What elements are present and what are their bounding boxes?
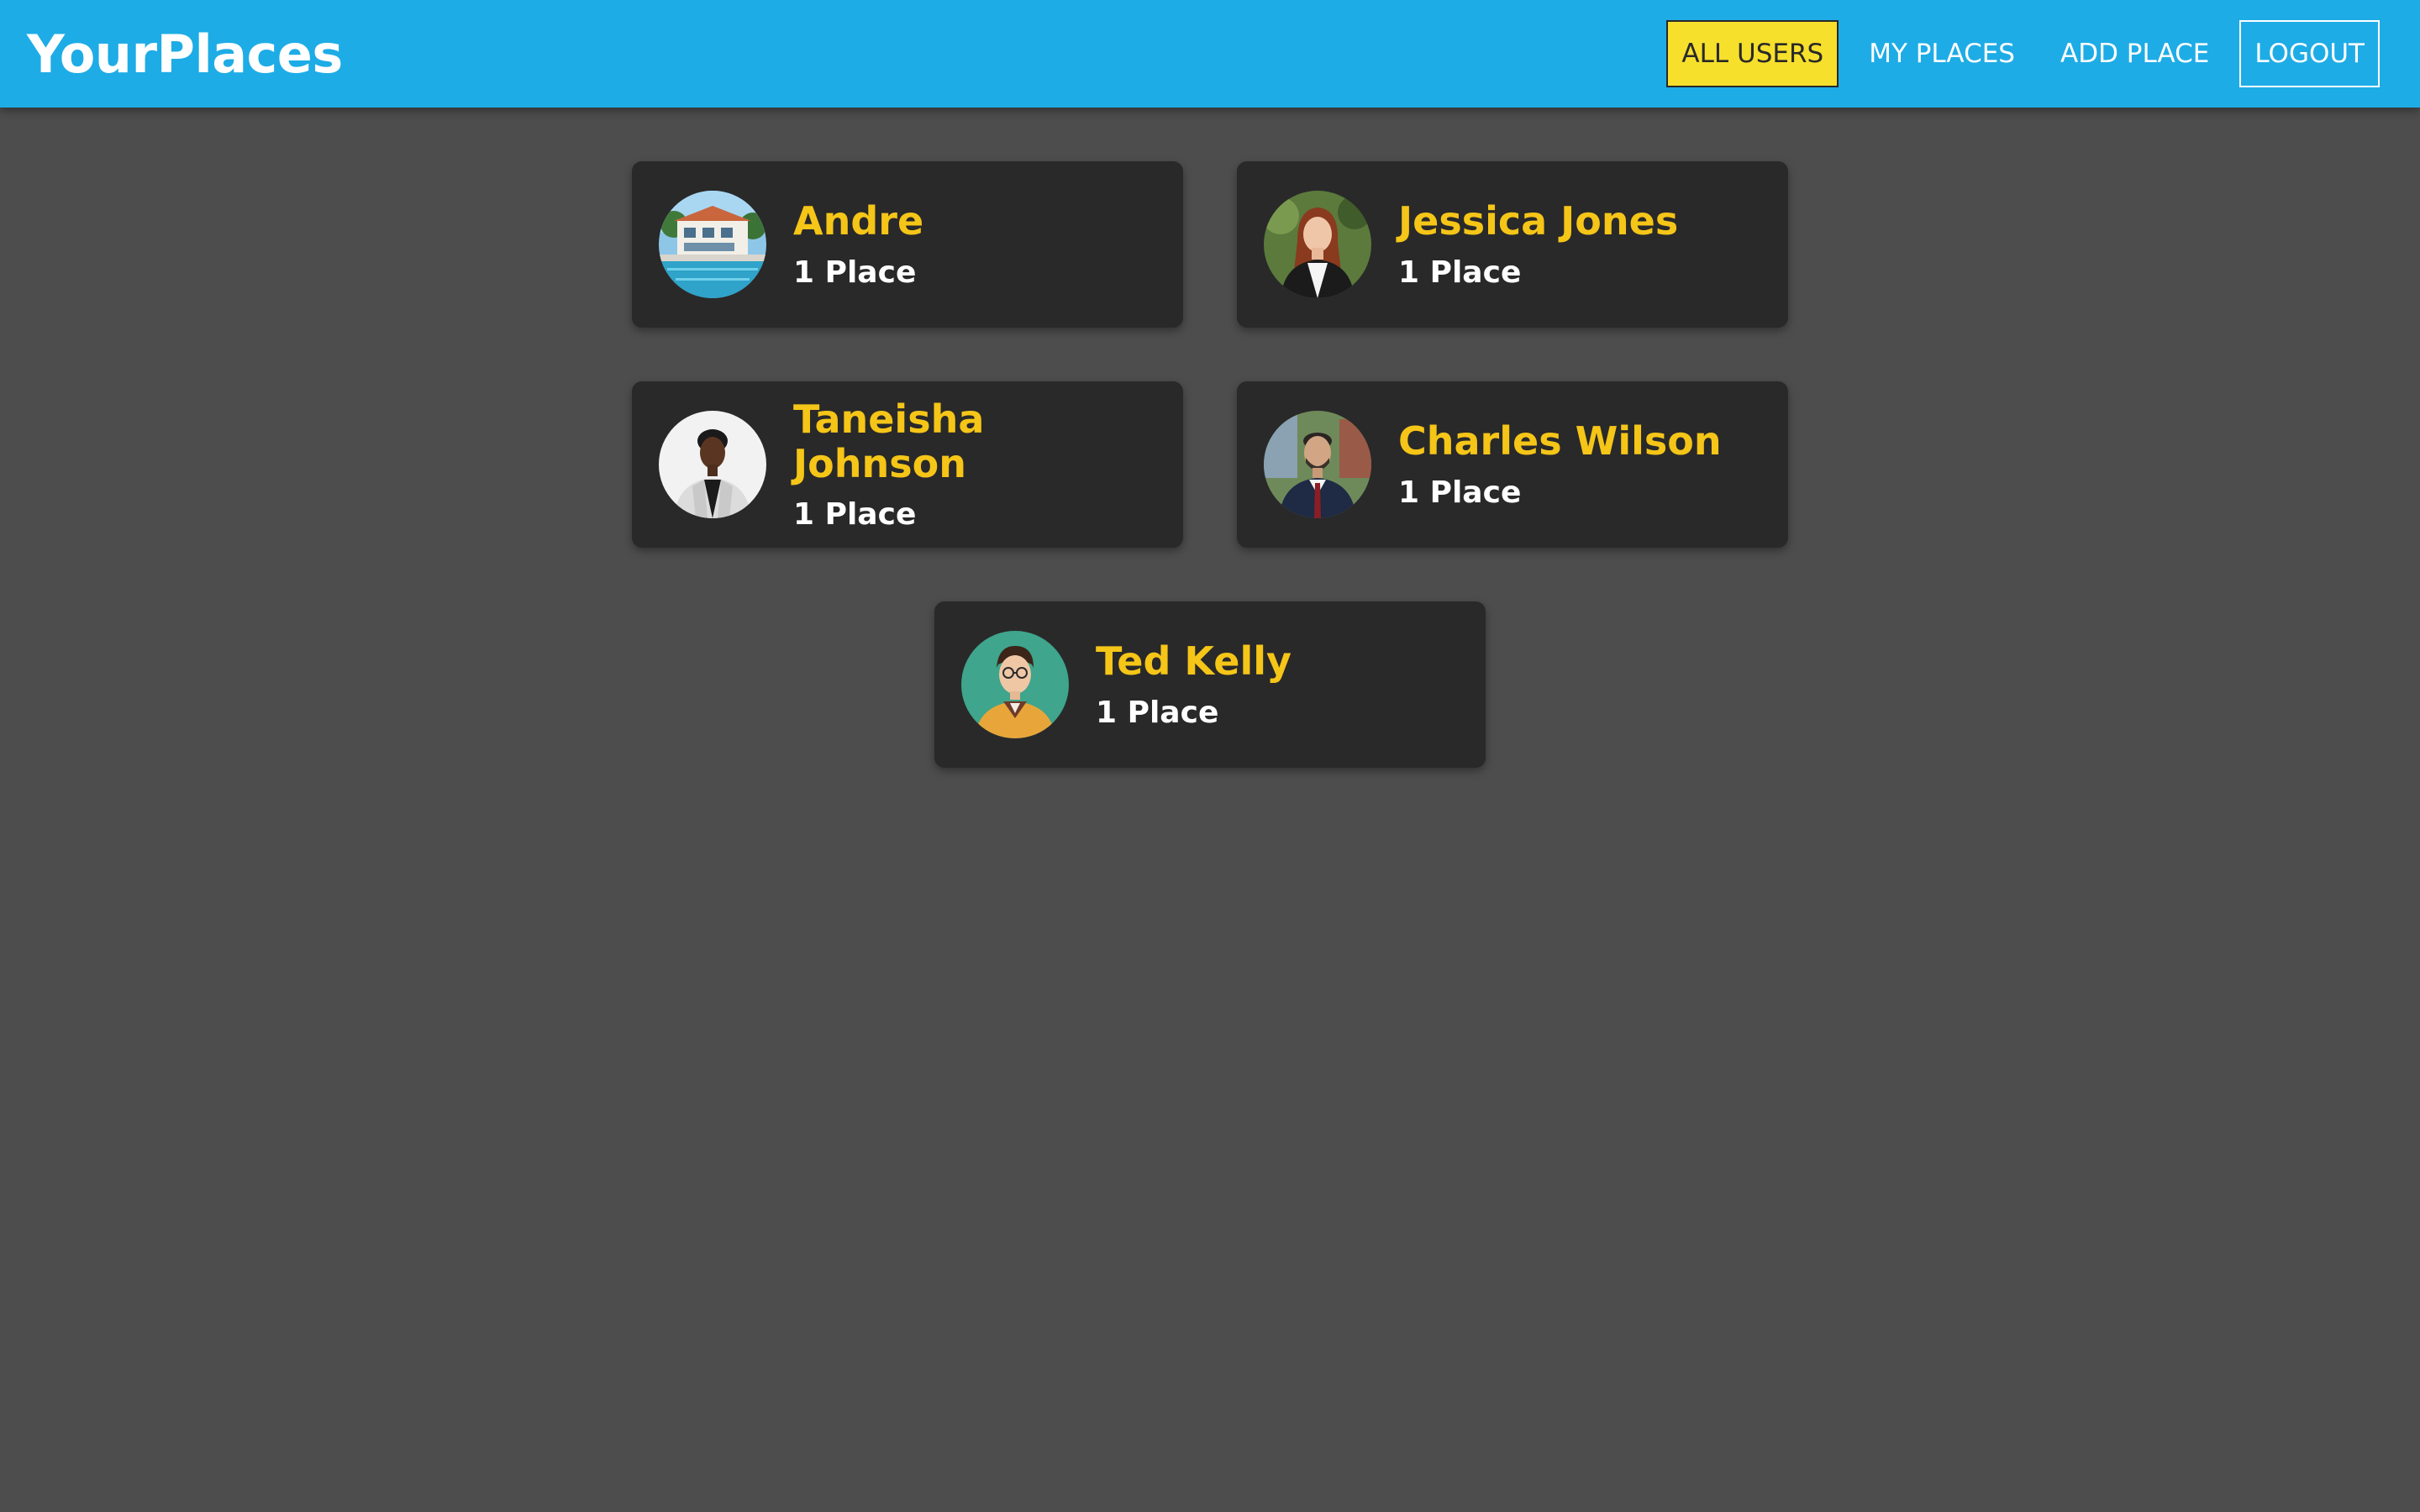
user-name: Jessica Jones (1398, 198, 1679, 244)
main-header: YourPlaces ALL USERS MY PLACES ADD PLACE… (0, 0, 2420, 108)
app-logo-title[interactable]: YourPlaces (27, 24, 343, 85)
user-card[interactable]: Charles Wilson 1 Place (1237, 381, 1788, 548)
user-avatar (659, 191, 766, 298)
user-avatar (1264, 191, 1371, 298)
users-list: Andre 1 Place Jessica Jones 1 Place Tane… (632, 161, 1788, 768)
user-info: Jessica Jones 1 Place (1398, 199, 1678, 290)
user-avatar (659, 411, 766, 518)
nav-my-places[interactable]: MY PLACES (1854, 20, 2030, 87)
nav-add-place[interactable]: ADD PLACE (2045, 20, 2224, 87)
user-name: Charles Wilson (1398, 418, 1722, 465)
user-place-count: 1 Place (793, 497, 917, 533)
main-navigation: ALL USERS MY PLACES ADD PLACE LOGOUT (1666, 20, 2380, 87)
user-avatar (1264, 411, 1371, 518)
illustrated-man-portrait-icon (961, 631, 1069, 738)
user-place-count: 1 Place (1398, 475, 1522, 510)
woman-portrait-photo-icon (659, 411, 766, 518)
man-portrait-photo-icon (1264, 411, 1371, 518)
logout-button[interactable]: LOGOUT (2239, 20, 2380, 87)
woman-portrait-photo-icon (1264, 191, 1371, 298)
user-card[interactable]: Jessica Jones 1 Place (1237, 161, 1788, 328)
user-place-count: 1 Place (1096, 695, 1219, 730)
house-with-pool-photo-icon (659, 191, 766, 298)
user-name: Ted Kelly (1096, 638, 1292, 685)
user-info: Charles Wilson 1 Place (1398, 419, 1722, 510)
user-name: Taneisha Johnson (793, 396, 985, 486)
user-card[interactable]: Andre 1 Place (632, 161, 1183, 328)
user-card[interactable]: Ted Kelly 1 Place (934, 601, 1486, 768)
user-info: Ted Kelly 1 Place (1096, 639, 1292, 730)
user-info: Andre 1 Place (793, 199, 923, 290)
user-place-count: 1 Place (793, 255, 917, 290)
user-card[interactable]: Taneisha Johnson 1 Place (632, 381, 1183, 548)
user-name: Andre (793, 198, 924, 244)
user-info: Taneisha Johnson 1 Place (793, 396, 1156, 533)
nav-all-users[interactable]: ALL USERS (1666, 20, 1839, 87)
user-place-count: 1 Place (1398, 255, 1522, 290)
user-avatar (961, 631, 1069, 738)
